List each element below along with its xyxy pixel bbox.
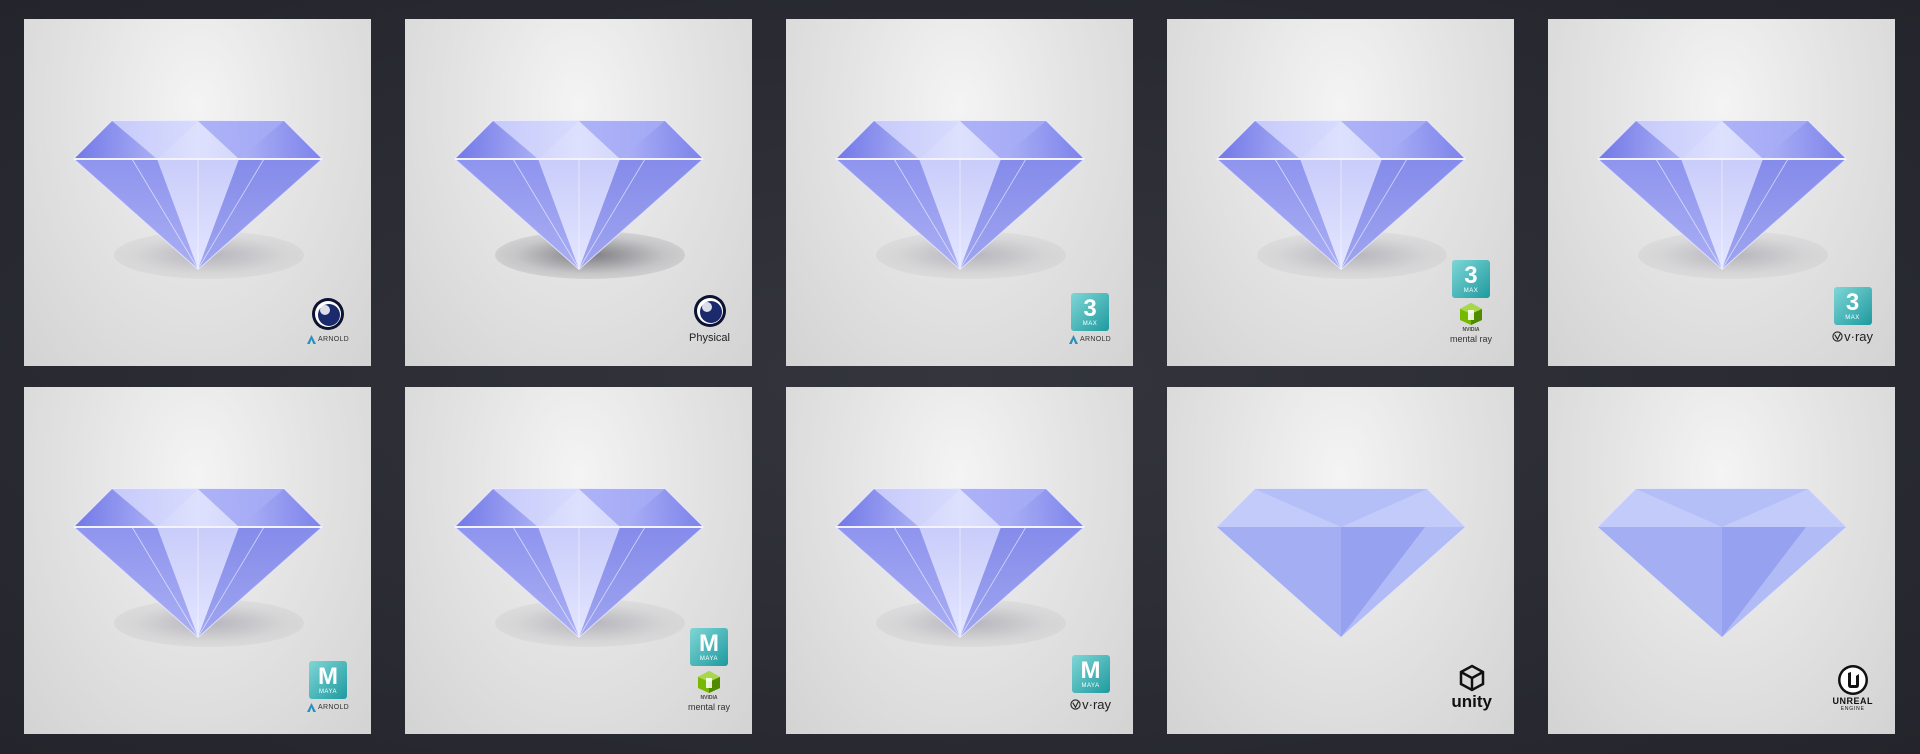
maya-label: MAYA: [699, 656, 719, 662]
arnold-logo: ARNOLD: [307, 703, 349, 712]
renderer-logos: unity: [1451, 664, 1492, 712]
max-number: 3: [1845, 289, 1860, 316]
arnold-icon: [1069, 335, 1078, 344]
render-tile-max-arnold[interactable]: 3 MAX ARNOLD: [786, 19, 1133, 366]
render-tile-maya-arnold[interactable]: M MAYA ARNOLD: [24, 387, 371, 734]
unreal-logo: UNREAL ENGINE: [1833, 664, 1874, 712]
arnold-icon: [307, 335, 316, 344]
render-tile-maya-vray[interactable]: M MAYA v·ray: [786, 387, 1133, 734]
unity-logo: unity: [1451, 664, 1492, 712]
vray-logo: v·ray: [1832, 329, 1873, 344]
maya-label: MAYA: [318, 689, 338, 695]
renderer-logos: M MAYA v·ray: [1070, 655, 1111, 712]
diamond-render: [72, 111, 324, 271]
vray-logo: v·ray: [1070, 697, 1111, 712]
mentalray-logo: NVIDIA mental ray: [688, 670, 730, 712]
render-tile-maya-mentalray[interactable]: M MAYA NVIDIA mental ray: [405, 387, 752, 734]
cinema4d-icon: [311, 297, 345, 331]
diamond-render: [453, 111, 705, 271]
maya-icon: M MAYA: [689, 628, 728, 666]
maya-icon: M MAYA: [1071, 655, 1110, 693]
arnold-label: ARNOLD: [318, 336, 349, 343]
diamond-render: [1215, 111, 1467, 271]
renderer-logos: UNREAL ENGINE: [1833, 664, 1874, 712]
diamond-render: [1215, 479, 1467, 639]
max-number: 3: [1464, 262, 1478, 289]
render-grid: ARNOLD Physical 3 MAX ARNOLD 3 MAX NVIDI…: [24, 19, 1896, 734]
renderer-logos: M MAYA ARNOLD: [307, 661, 349, 712]
vray-label: v·ray: [1844, 329, 1873, 344]
mentalray-icon: [697, 670, 721, 694]
mentalray-icon: [1459, 302, 1483, 326]
nvidia-label: NVIDIA: [700, 695, 718, 701]
maya-icon: M MAYA: [309, 661, 347, 699]
renderer-logos: 3 MAX ARNOLD: [1069, 293, 1111, 344]
diamond-render: [834, 479, 1086, 639]
max-label: MAX: [1845, 315, 1860, 321]
renderer-logos: Physical: [689, 294, 730, 344]
unreal-label: UNREAL: [1832, 696, 1873, 706]
nvidia-label: NVIDIA: [1462, 327, 1480, 333]
diamond-render: [834, 111, 1086, 271]
render-tile-unreal[interactable]: UNREAL ENGINE: [1548, 387, 1895, 734]
render-tile-c4d-arnold[interactable]: ARNOLD: [24, 19, 371, 366]
engine-label: ENGINE: [1840, 706, 1865, 712]
arnold-label: ARNOLD: [318, 704, 349, 711]
renderer-logos: 3 MAX NVIDIA mental ray: [1450, 260, 1492, 344]
unity-label: unity: [1451, 692, 1492, 711]
render-tile-max-vray[interactable]: 3 MAX v·ray: [1548, 19, 1895, 366]
renderer-logos: ARNOLD: [307, 297, 349, 344]
vray-icon: [1070, 699, 1081, 710]
unity-icon: [1458, 664, 1486, 692]
mentalray-label: mental ray: [687, 702, 730, 712]
3dsmax-icon: 3 MAX: [1071, 293, 1109, 331]
vray-label: v·ray: [1082, 697, 1111, 712]
renderer-logos: M MAYA NVIDIA mental ray: [688, 628, 730, 712]
maya-letter: M: [318, 663, 338, 690]
max-number: 3: [1083, 295, 1097, 322]
renderer-logos: 3 MAX v·ray: [1832, 287, 1873, 344]
render-tile-max-mentalray[interactable]: 3 MAX NVIDIA mental ray: [1167, 19, 1514, 366]
max-label: MAX: [1082, 321, 1098, 327]
arnold-label: ARNOLD: [1080, 336, 1111, 343]
maya-letter: M: [1080, 657, 1101, 684]
diamond-render: [453, 479, 705, 639]
arnold-logo: ARNOLD: [307, 335, 349, 344]
mentalray-logo: NVIDIA mental ray: [1450, 302, 1492, 344]
render-tile-c4d-physical[interactable]: Physical: [405, 19, 752, 366]
physical-label: Physical: [689, 332, 730, 344]
mentalray-label: mental ray: [1449, 334, 1492, 344]
unreal-icon: [1837, 664, 1869, 696]
3dsmax-icon: 3 MAX: [1451, 260, 1490, 298]
diamond-render: [72, 479, 324, 639]
diamond-render: [1596, 479, 1848, 639]
max-label: MAX: [1463, 288, 1479, 294]
maya-letter: M: [698, 630, 719, 657]
diamond-render: [1596, 111, 1848, 271]
vray-icon: [1832, 331, 1843, 342]
render-comparison-page: ARNOLD Physical 3 MAX ARNOLD 3 MAX NVIDI…: [0, 0, 1920, 754]
arnold-icon: [307, 703, 316, 712]
arnold-logo: ARNOLD: [1069, 335, 1111, 344]
render-tile-unity[interactable]: unity: [1167, 387, 1514, 734]
3dsmax-icon: 3 MAX: [1833, 287, 1872, 325]
maya-label: MAYA: [1081, 683, 1100, 689]
cinema4d-icon: [693, 294, 727, 328]
